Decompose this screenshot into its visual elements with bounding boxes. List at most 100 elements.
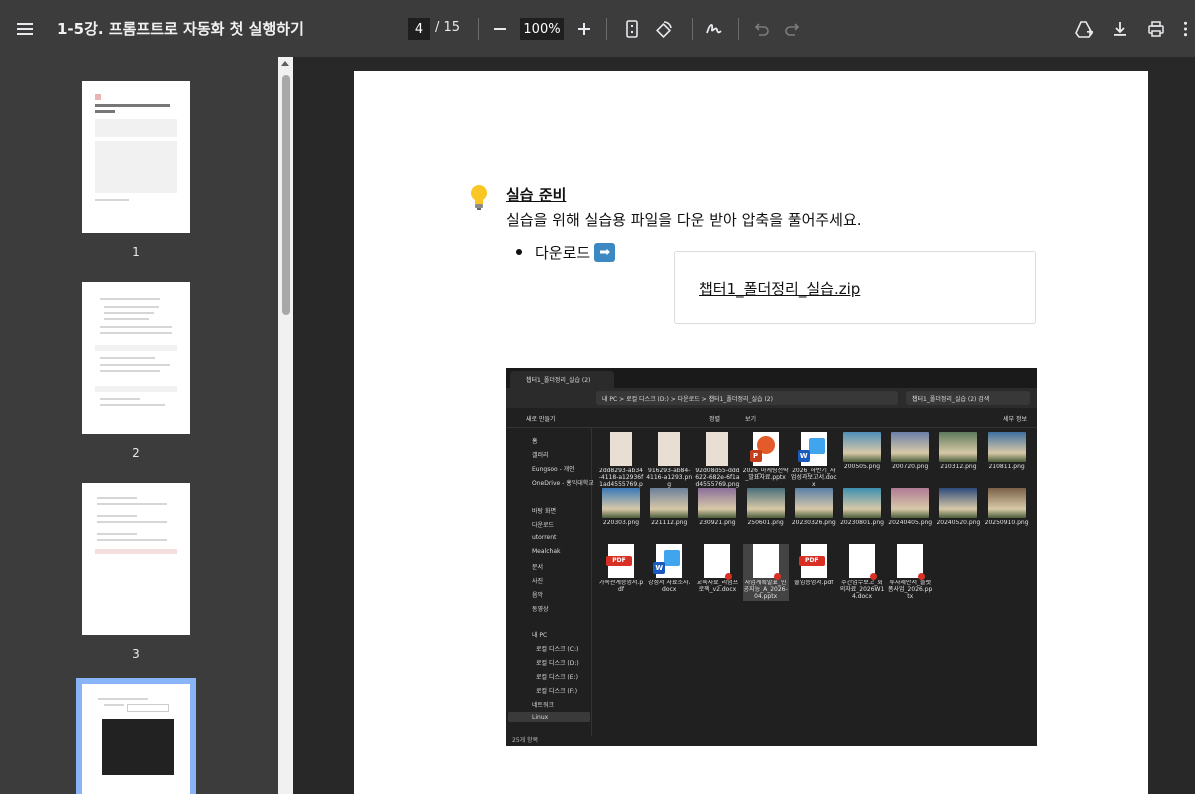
explorer-file-name: 2026_마케팅전략_발표자료.pptx xyxy=(742,468,789,481)
explorer-nav-item: Mealchak xyxy=(532,548,561,555)
explorer-nav-item: Eungsoo - 개인 xyxy=(532,466,575,473)
page-thumbnail-1[interactable] xyxy=(82,81,190,233)
explorer-file-item: 2dd8293-ab34-4118-a12936f1ad4555769.png xyxy=(598,432,644,489)
explorer-nav-item: 동영상 xyxy=(532,606,549,613)
explorer-file-item: 92d08d55-ddd622-682e-6f1ad4555769.png xyxy=(694,432,740,489)
page-number-input[interactable]: 4 xyxy=(408,18,430,40)
print-icon[interactable] xyxy=(1140,13,1172,45)
explorer-file-item: 20250910.png xyxy=(984,488,1030,527)
thumbnail-label: 1 xyxy=(132,245,140,259)
image-file-icon xyxy=(794,488,833,518)
explorer-file-name: 가족관계증명서.pdf xyxy=(598,580,644,593)
toolbar-divider xyxy=(738,18,739,40)
zoom-in-icon[interactable] xyxy=(568,13,600,45)
explorer-nav-item: 홈 xyxy=(532,438,538,445)
receipt-image-icon xyxy=(706,432,729,466)
explorer-file-item: 20230326.png xyxy=(791,488,837,527)
lightbulb-icon xyxy=(468,183,490,217)
explorer-file-item: 916293-ab84-4116-a1293.png xyxy=(646,432,692,489)
explorer-nav-item: 사진 xyxy=(532,578,544,585)
explorer-nav-selection xyxy=(508,712,590,722)
file-download-link[interactable]: 챕터1_폴더정리_실습.zip xyxy=(699,278,860,299)
explorer-nav-item: 로컬 디스크 (C:) xyxy=(536,646,579,653)
explorer-details-button: 세부 정보 xyxy=(1003,416,1027,423)
explorer-nav-item: 내 PC xyxy=(532,632,548,639)
explorer-view-button: 보기 xyxy=(745,416,757,423)
explorer-file-name: 200720.png xyxy=(892,464,929,470)
image-file-icon xyxy=(939,432,978,462)
sidebar-scroll-thumb[interactable] xyxy=(282,75,290,315)
explorer-file-name: 210811.png xyxy=(988,464,1025,470)
explorer-file-item: 250601.png xyxy=(743,488,789,527)
pdf-toolbar: 1-5강. 프롬프트로 자동화 첫 실행하기 4 / 15 100% xyxy=(0,0,1195,57)
explorer-file-item: W 2026_하반기_사업성과보고서.docx xyxy=(791,432,837,489)
image-file-icon xyxy=(698,488,737,518)
receipt-image-icon xyxy=(610,432,632,466)
explorer-nav-item: 갤러리 xyxy=(532,452,549,459)
explorer-navpane: 홈 갤러리 Eungsoo - 개인 OneDrive - 홍익대학교 바탕 화… xyxy=(506,428,594,736)
bullet-dot xyxy=(516,249,522,255)
menu-icon[interactable] xyxy=(9,13,41,45)
fit-page-icon[interactable] xyxy=(616,13,648,45)
toolbar-divider xyxy=(478,18,479,40)
explorer-nav-item: 네트워크 xyxy=(532,702,555,709)
pdf-file-icon: PDF xyxy=(798,544,827,578)
explorer-file-name: 200505.png xyxy=(843,464,881,470)
explorer-nav-item: utorrent xyxy=(532,534,557,541)
document-file-icon xyxy=(752,544,781,580)
thumbnail-sidebar: 1 2 3 xyxy=(0,57,293,794)
page-thumbnail-3[interactable] xyxy=(82,483,190,635)
explorer-file-item: 교육자료_리덤프로젝_v2.docx xyxy=(694,544,740,594)
image-file-icon xyxy=(650,488,689,518)
explorer-file-name: 사업계획발표_인공지능_A_2026-04.pptx xyxy=(743,580,788,600)
zoom-out-icon[interactable] xyxy=(484,13,516,45)
explorer-file-item: W 강정서 자료조사.docx xyxy=(646,544,692,594)
rotate-icon[interactable] xyxy=(648,13,680,45)
explorer-file-name: 20240520.png xyxy=(936,520,981,526)
callout-text: 실습을 위해 실습용 파일을 다운 받아 압축을 풀어주세요. xyxy=(506,211,862,229)
explorer-file-name: 916293-ab84-4116-a1293.png xyxy=(646,468,693,488)
thumbnail-label: 3 xyxy=(132,647,140,661)
image-file-icon xyxy=(891,432,930,462)
zoom-input[interactable]: 100% xyxy=(520,18,564,40)
explorer-nav-item: OneDrive - 홍익대학교 xyxy=(532,480,594,487)
explorer-file-item: 220303.png xyxy=(598,488,644,527)
explorer-file-name: 20240405.png xyxy=(888,520,933,526)
toolbar-divider xyxy=(606,18,607,40)
explorer-file-name: 2026_하반기_사업성과보고서.docx xyxy=(790,468,837,488)
explorer-file-name: 20230801.png xyxy=(840,520,884,526)
page-thumbnail-2[interactable] xyxy=(82,282,190,434)
explorer-new-button: 새로 만들기 xyxy=(526,416,556,423)
explorer-nav-item: 다운로드 xyxy=(532,522,555,529)
file-attachment-card[interactable]: 챕터1_폴더정리_실습.zip xyxy=(674,251,1036,324)
explorer-file-item: 투자제안서_플랫폼사업_2026.pptx xyxy=(887,544,933,601)
image-file-icon xyxy=(987,432,1026,462)
page-total: / 15 xyxy=(435,20,461,35)
redo-icon[interactable] xyxy=(777,13,809,45)
image-file-icon xyxy=(987,488,1026,518)
explorer-file-name: 210312.png xyxy=(940,464,977,470)
explorer-file-item: 210312.png xyxy=(935,432,981,471)
explorer-file-item: PDF 가족관계증명서.pdf xyxy=(598,544,644,594)
undo-icon[interactable] xyxy=(745,13,777,45)
download-label: 다운로드 xyxy=(535,244,591,262)
image-file-icon xyxy=(746,488,785,518)
explorer-file-item: 사업계획발표_인공지능_A_2026-04.pptx xyxy=(742,544,789,601)
explorer-nav-item: 로컬 디스크 (D:) xyxy=(536,660,579,667)
drive-add-icon[interactable] xyxy=(1068,13,1100,45)
docx-file-icon: W xyxy=(797,432,827,466)
image-file-icon xyxy=(843,488,881,518)
download-item: 다운로드 ➡ xyxy=(535,242,616,263)
download-icon[interactable] xyxy=(1104,13,1136,45)
explorer-tab: 챕터1_폴더정리_실습 (2) xyxy=(510,371,614,388)
explorer-file-item: 200720.png xyxy=(887,432,933,471)
explorer-nav-item: Linux xyxy=(532,714,549,721)
docx-file-icon: W xyxy=(653,544,683,578)
page-thumbnail-4[interactable] xyxy=(82,684,190,794)
document-title: 1-5강. 프롬프트로 자동화 첫 실행하기 xyxy=(57,20,304,38)
more-vert-icon[interactable] xyxy=(1176,13,1195,45)
scroll-up-arrow-icon[interactable] xyxy=(281,61,289,66)
draw-icon[interactable] xyxy=(698,13,730,45)
explorer-file-item: 200505.png xyxy=(839,432,885,471)
explorer-status: 25개 항목 xyxy=(512,737,539,744)
